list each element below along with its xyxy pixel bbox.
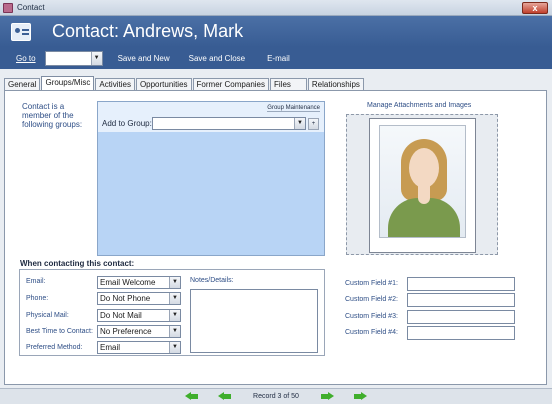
email-pref-value: Email Welcome xyxy=(100,278,156,287)
custom-field-3-label: Custom Field #3: xyxy=(345,313,398,320)
groups-label: Contact is a member of the following gro… xyxy=(22,102,83,129)
add-group-button[interactable]: + xyxy=(308,118,319,130)
mail-pref-value: Do Not Mail xyxy=(100,311,142,320)
contact-card-icon xyxy=(11,22,31,41)
custom-field-3-input[interactable] xyxy=(407,310,515,324)
next-record-icon[interactable] xyxy=(320,392,334,401)
best-time-combo[interactable]: No Preference ▼ xyxy=(97,325,181,338)
avatar-neck xyxy=(418,186,430,204)
email-button[interactable]: E-mail xyxy=(267,54,290,63)
chevron-down-icon[interactable]: ▼ xyxy=(169,310,180,321)
custom-field-4-label: Custom Field #4: xyxy=(345,329,398,336)
notes-textarea[interactable] xyxy=(190,289,318,353)
chevron-down-icon[interactable]: ▼ xyxy=(169,293,180,304)
chevron-down-icon[interactable]: ▼ xyxy=(169,326,180,337)
attachments-label: Manage Attachments and Images xyxy=(367,102,472,109)
custom-field-1-label: Custom Field #1: xyxy=(345,280,398,287)
preferred-method-combo[interactable]: Email ▼ xyxy=(97,341,181,354)
best-time-label: Best Time to Contact: xyxy=(26,328,93,335)
avatar xyxy=(379,125,466,238)
phone-pref-value: Do Not Phone xyxy=(100,294,151,303)
close-button[interactable]: x xyxy=(522,2,548,14)
custom-field-2-label: Custom Field #2: xyxy=(345,296,398,303)
goto-label: Go to xyxy=(16,53,36,63)
mail-pref-label: Physical Mail: xyxy=(26,312,69,319)
window-title: Contact xyxy=(17,3,45,12)
save-and-new-button[interactable]: Save and New xyxy=(118,54,170,63)
chevron-down-icon[interactable]: ▼ xyxy=(169,277,180,288)
contacting-box: Email: Email Welcome ▼ Phone: Do Not Pho… xyxy=(19,269,325,356)
group-maintenance-button[interactable]: Group Maintenance xyxy=(267,105,320,112)
toolbar: Go to ▼ Save and New Save and Close E-ma… xyxy=(0,47,552,69)
tab-groups-misc[interactable]: Groups/Misc xyxy=(41,76,95,91)
tab-strip: General Groups/Misc Activities Opportuni… xyxy=(4,76,365,91)
contacting-heading: When contacting this contact: xyxy=(20,259,135,268)
custom-field-1-input[interactable] xyxy=(407,277,515,291)
contact-photo[interactable] xyxy=(369,118,476,253)
attachments-area[interactable] xyxy=(346,114,498,255)
last-record-icon[interactable] xyxy=(353,392,367,401)
email-pref-combo[interactable]: Email Welcome ▼ xyxy=(97,276,181,289)
mail-pref-combo[interactable]: Do Not Mail ▼ xyxy=(97,309,181,322)
custom-field-2-input[interactable] xyxy=(407,293,515,307)
email-pref-label: Email: xyxy=(26,278,46,285)
record-navigation: Record 3 of 50 xyxy=(0,388,552,404)
preferred-method-label: Preferred Method: xyxy=(26,344,83,351)
form-header: Contact: Andrews, Mark xyxy=(0,16,552,47)
custom-field-4-input[interactable] xyxy=(407,326,515,340)
avatar-body xyxy=(388,198,460,237)
tab-page: Contact is a member of the following gro… xyxy=(4,90,547,385)
record-counter: Record 3 of 50 xyxy=(253,393,299,400)
chevron-down-icon[interactable]: ▼ xyxy=(294,118,305,129)
best-time-value: No Preference xyxy=(100,327,152,336)
chevron-down-icon[interactable]: ▼ xyxy=(169,342,180,353)
previous-record-icon[interactable] xyxy=(218,392,232,401)
goto-combo[interactable]: ▼ xyxy=(44,50,103,66)
phone-pref-label: Phone: xyxy=(26,295,49,302)
phone-pref-combo[interactable]: Do Not Phone ▼ xyxy=(97,292,181,305)
page-title: Contact: Andrews, Mark xyxy=(52,21,244,41)
add-to-group-label: Add to Group: xyxy=(102,119,152,128)
first-record-icon[interactable] xyxy=(185,392,199,401)
app-icon xyxy=(3,2,13,13)
preferred-method-value: Email xyxy=(100,343,121,352)
window-titlebar: Contact x xyxy=(0,0,552,16)
chevron-down-icon[interactable]: ▼ xyxy=(90,51,102,65)
groups-panel[interactable]: Group Maintenance Add to Group: ▼ + xyxy=(97,101,325,256)
save-and-close-button[interactable]: Save and Close xyxy=(189,54,245,63)
add-to-group-combo[interactable]: ▼ xyxy=(152,117,306,130)
avatar-face xyxy=(409,148,439,188)
notes-label: Notes/Details: xyxy=(190,277,234,284)
